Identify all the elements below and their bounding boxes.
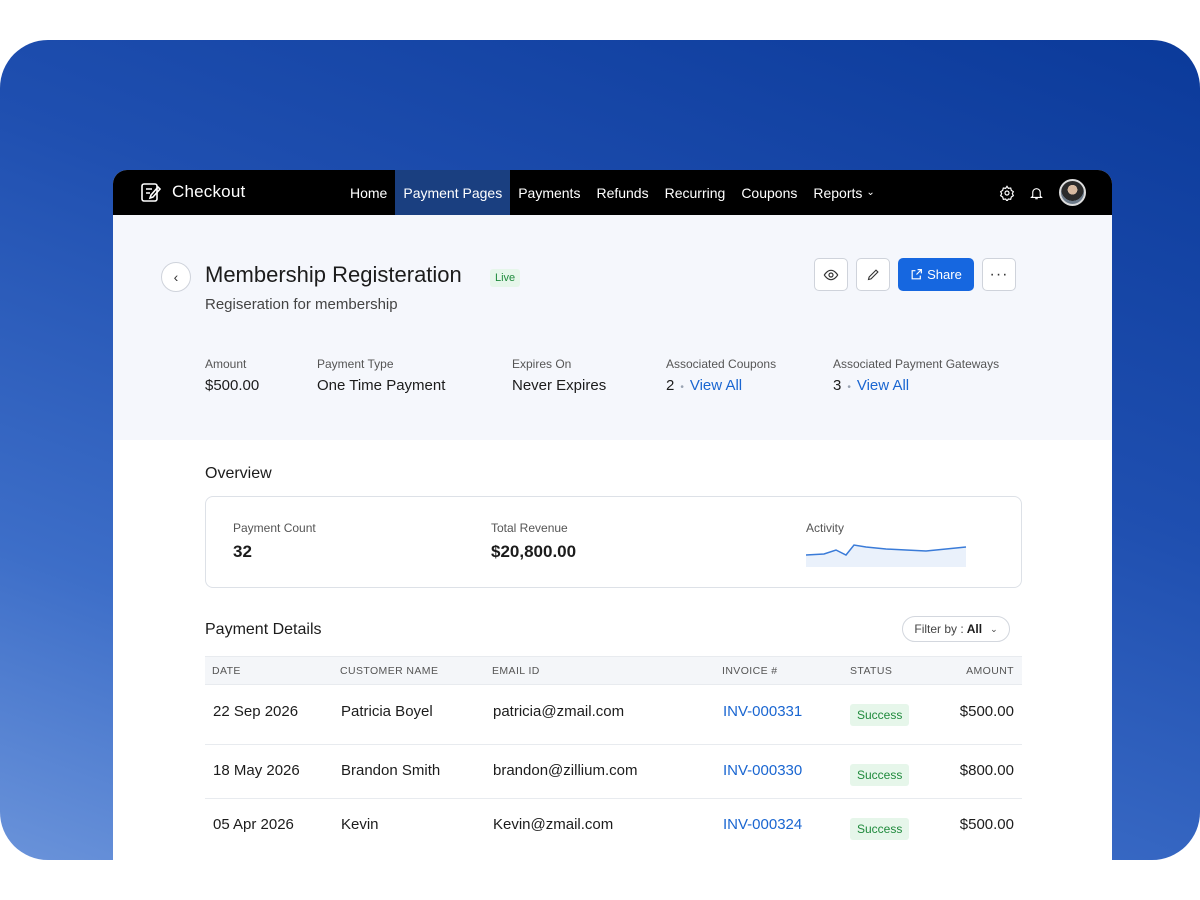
overview-card: Payment Count 32 Total Revenue $20,800.0…: [205, 496, 1022, 588]
status-badge: Success: [850, 704, 910, 726]
nav-item-payment-pages[interactable]: Payment Pages: [395, 170, 511, 215]
filter-value: All: [966, 622, 983, 636]
gateways-count: 3: [833, 377, 842, 394]
payment-details-title: Payment Details: [205, 621, 322, 638]
share-label: Share: [927, 267, 962, 282]
nav-item-recurring[interactable]: Recurring: [657, 170, 734, 215]
top-nav-bar: Checkout Home Payment Pages Payments Ref…: [113, 170, 1112, 215]
cell-email: brandon@zillium.com: [493, 762, 638, 779]
top-icons: [987, 179, 1086, 206]
nav-item-coupons[interactable]: Coupons: [733, 170, 805, 215]
table-row[interactable]: 05 Apr 2026 Kevin Kevin@zmail.com INV-00…: [205, 799, 1022, 853]
activity-sparkline: [806, 544, 967, 567]
gateways-view-all-link[interactable]: View All: [857, 377, 909, 394]
checkout-logo-icon: [141, 183, 162, 202]
cell-date: 22 Sep 2026: [213, 703, 299, 720]
cell-invoice-link[interactable]: INV-000330: [723, 762, 802, 779]
back-button[interactable]: ‹: [161, 262, 191, 292]
cell-email: patricia@zmail.com: [493, 703, 625, 720]
nav-item-home[interactable]: Home: [342, 170, 395, 215]
amount-value: $500.00: [205, 377, 260, 394]
column-header-status: STATUS: [850, 665, 893, 677]
preview-button[interactable]: [814, 258, 848, 291]
table-row[interactable]: 18 May 2026 Brandon Smith brandon@zilliu…: [205, 745, 1022, 799]
status-badge: Success: [850, 818, 910, 840]
overview-title: Overview: [205, 465, 272, 482]
gateways-label: Associated Payment Gateways: [833, 357, 1000, 371]
table-row[interactable]: 22 Sep 2026 Patricia Boyel patricia@zmai…: [205, 685, 1022, 745]
chevron-down-icon: ⌄: [866, 187, 875, 198]
cell-amount: $800.00: [959, 762, 1014, 779]
back-icon: ‹: [173, 269, 179, 285]
payment-count-value: 32: [233, 542, 252, 561]
payment-count-label: Payment Count: [233, 521, 316, 535]
main-nav: Home Payment Pages Payments Refunds Recu…: [342, 170, 883, 215]
expires-value: Never Expires: [512, 377, 607, 394]
cell-amount: $500.00: [959, 703, 1014, 720]
filter-label: Filter by :: [914, 622, 964, 636]
column-header-date: DATE: [212, 665, 241, 677]
eye-icon: [823, 269, 839, 280]
nav-item-payments[interactable]: Payments: [510, 170, 588, 215]
more-button[interactable]: ···: [982, 258, 1016, 291]
column-header-customer: CUSTOMER NAME: [340, 665, 439, 677]
nav-item-reports-label: Reports: [813, 184, 863, 201]
coupons-label: Associated Coupons: [666, 357, 777, 371]
payments-table: DATE CUSTOMER NAME EMAIL ID INVOICE # ST…: [205, 656, 1022, 853]
coupons-count: 2: [666, 377, 675, 394]
share-button[interactable]: Share: [898, 258, 974, 291]
page-title: Membership Registeration: [205, 262, 462, 287]
cell-email: Kevin@zmail.com: [493, 816, 614, 833]
column-header-email: EMAIL ID: [492, 665, 540, 677]
activity-label: Activity: [806, 521, 845, 535]
page-header: ‹ Membership Registeration Live Regisera…: [113, 215, 1112, 440]
payment-type-label: Payment Type: [317, 357, 394, 371]
cell-customer: Kevin: [341, 816, 379, 833]
edit-icon: [867, 269, 879, 281]
brand[interactable]: Checkout: [139, 180, 245, 204]
app-window: Checkout Home Payment Pages Payments Ref…: [113, 170, 1112, 860]
page-subtitle: Regiseration for membership: [205, 296, 398, 313]
cell-customer: Patricia Boyel: [341, 703, 433, 720]
edit-button[interactable]: [856, 258, 890, 291]
cell-customer: Brandon Smith: [341, 762, 441, 779]
separator-dot: •: [680, 382, 684, 393]
share-icon: [911, 269, 923, 280]
column-header-invoice: INVOICE #: [722, 665, 778, 677]
column-header-amount: AMOUNT: [966, 665, 1014, 677]
status-badge: Success: [850, 764, 910, 786]
status-badge: Live: [490, 269, 521, 287]
filter-dropdown[interactable]: Filter by : All ⌄: [902, 616, 1010, 642]
avatar[interactable]: [1059, 179, 1086, 206]
cell-amount: $500.00: [959, 816, 1014, 833]
more-icon: ···: [989, 265, 1009, 283]
coupons-value: 2 • View All: [666, 377, 742, 394]
chevron-down-icon: ⌄: [990, 623, 998, 634]
total-revenue-value: $20,800.00: [491, 542, 577, 561]
nav-item-reports[interactable]: Reports ⌄: [805, 170, 882, 215]
table-header: DATE CUSTOMER NAME EMAIL ID INVOICE # ST…: [205, 656, 1022, 685]
expires-label: Expires On: [512, 357, 572, 371]
payment-type-value: One Time Payment: [317, 377, 446, 394]
separator-dot: •: [847, 382, 851, 393]
page-actions: Share ···: [806, 258, 1016, 291]
bell-icon[interactable]: [1027, 184, 1045, 202]
nav-item-refunds[interactable]: Refunds: [588, 170, 656, 215]
amount-label: Amount: [205, 357, 247, 371]
brand-name: Checkout: [172, 182, 246, 201]
cell-date: 05 Apr 2026: [213, 816, 294, 833]
cell-invoice-link[interactable]: INV-000324: [723, 816, 802, 833]
coupons-view-all-link[interactable]: View All: [690, 377, 742, 394]
cell-invoice-link[interactable]: INV-000331: [723, 703, 802, 720]
cell-date: 18 May 2026: [213, 762, 300, 779]
total-revenue-label: Total Revenue: [491, 521, 568, 535]
settings-icon[interactable]: [998, 184, 1016, 202]
gateways-value: 3 • View All: [833, 377, 909, 394]
